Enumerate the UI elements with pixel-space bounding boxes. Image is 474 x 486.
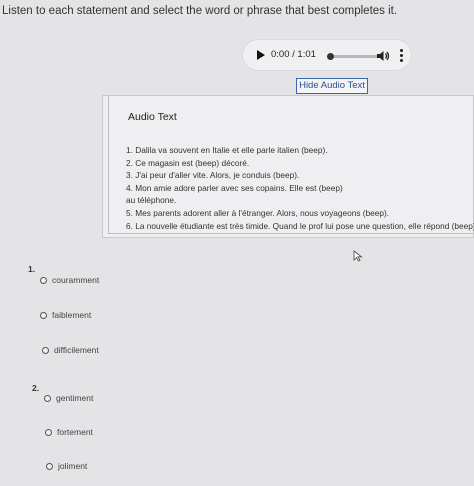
radio-button[interactable]: [46, 462, 53, 470]
option-fortement[interactable]: fortement: [45, 427, 93, 437]
audio-line: 4. Mon amie adore parler avec ses copain…: [126, 182, 343, 193]
question-2-number: 2.: [32, 383, 40, 393]
option-label: gentiment: [56, 393, 94, 403]
radio-button[interactable]: [42, 346, 49, 354]
audio-text-panel: Audio Text 1. Dalila va souvent en Itali…: [102, 95, 474, 238]
more-vertical-icon[interactable]: [398, 47, 404, 65]
play-icon[interactable]: [257, 50, 265, 60]
instruction-text: Listen to each statement and select the …: [2, 5, 398, 17]
volume-icon[interactable]: [375, 48, 391, 64]
radio-button[interactable]: [40, 311, 47, 319]
audio-line: 3. J'ai peur d'aller vite. Alors, je con…: [126, 170, 300, 181]
audio-line: 1. Dalila va souvent en Italie et elle p…: [126, 145, 328, 155]
audio-line: 5. Mes parents adorent aller à l'étrange…: [126, 207, 390, 218]
audio-line: 6. La nouvelle étudiante est très timide…: [126, 220, 474, 231]
option-label: couramment: [52, 275, 100, 285]
audio-line: 2. Ce magasin est (beep) décoré.: [126, 157, 250, 168]
option-gentiment[interactable]: gentiment: [44, 393, 93, 403]
option-difficilement[interactable]: difficilement: [42, 345, 99, 355]
option-label: faiblement: [52, 310, 92, 320]
audio-text-inner: Audio Text 1. Dalila va souvent en Itali…: [108, 96, 474, 234]
radio-button[interactable]: [45, 428, 52, 436]
option-faiblement[interactable]: faiblement: [40, 310, 91, 320]
audio-text-list: 1. Dalila va souvent en Italie et elle p…: [126, 144, 474, 232]
radio-button[interactable]: [40, 276, 47, 284]
audio-line: au téléphone.: [126, 195, 177, 206]
option-label: fortement: [57, 427, 93, 437]
hide-audio-text-button[interactable]: Hide Audio Text: [296, 78, 368, 94]
audio-text-title: Audio Text: [128, 111, 177, 123]
question-1-number: 1.: [28, 264, 36, 274]
seek-bar[interactable]: [327, 53, 379, 60]
radio-button[interactable]: [44, 394, 51, 402]
audio-player[interactable]: 0:00 / 1:01: [242, 39, 412, 71]
option-joliment[interactable]: joliment: [46, 461, 87, 471]
mouse-cursor-icon: [353, 249, 363, 262]
time-display: 0:00 / 1:01: [271, 49, 316, 60]
option-couramment[interactable]: couramment: [40, 275, 99, 285]
option-label: difficilement: [54, 345, 99, 355]
option-label: joliment: [58, 461, 88, 471]
seek-thumb[interactable]: [327, 53, 334, 60]
